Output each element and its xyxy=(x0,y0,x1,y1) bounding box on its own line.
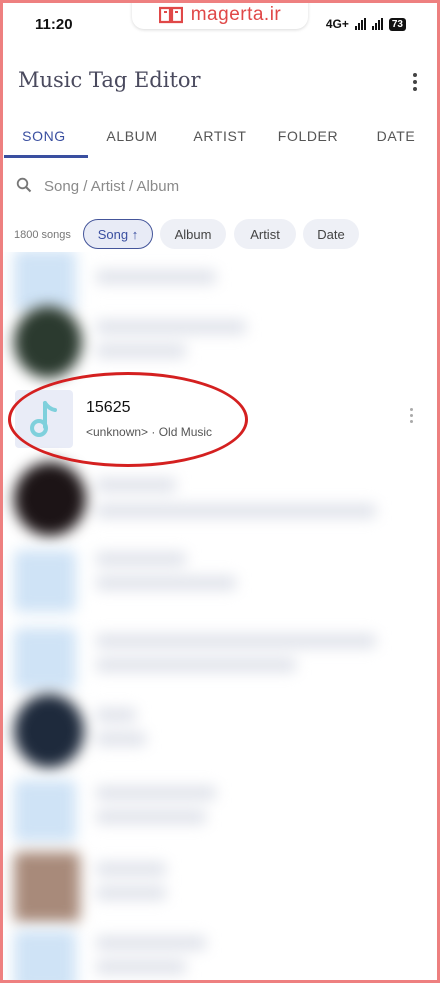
chip-sort-album[interactable]: Album xyxy=(160,219,226,249)
album-art xyxy=(14,550,76,612)
signal-icon xyxy=(371,18,383,30)
song-artist-album: <unknown> · Old Music xyxy=(86,425,213,439)
chip-sort-date[interactable]: Date xyxy=(303,219,359,249)
watermark-text: magerta.ir xyxy=(190,3,282,25)
album-art xyxy=(14,780,76,842)
book-logo-icon xyxy=(158,6,183,23)
chip-sort-artist[interactable]: Artist xyxy=(234,219,296,249)
battery-icon: 73 xyxy=(388,17,406,31)
tab-date[interactable]: DATE xyxy=(352,116,440,158)
song-list-item[interactable] xyxy=(0,620,440,698)
album-art xyxy=(14,852,80,922)
song-list-item[interactable] xyxy=(0,772,440,850)
album-art xyxy=(14,694,84,768)
song-options-button[interactable] xyxy=(406,408,416,432)
sort-filter-row: 1800 songs Song ↑ Album Artist Date xyxy=(0,218,440,252)
status-indicators: 4G+ 73 xyxy=(326,17,406,31)
search-bar xyxy=(0,168,440,204)
tab-artist[interactable]: ARTIST xyxy=(176,116,264,158)
song-list: 15625 <unknown> · Old Music xyxy=(0,252,440,983)
album-art xyxy=(14,930,76,983)
more-vert-icon xyxy=(409,408,413,411)
app-title: Music Tag Editor xyxy=(18,68,201,92)
app-bar: Music Tag Editor xyxy=(0,58,440,106)
album-art xyxy=(14,628,76,690)
album-art-placeholder xyxy=(15,390,73,448)
song-list-item[interactable] xyxy=(0,922,440,983)
song-title: 15625 xyxy=(86,399,131,416)
song-list-item[interactable] xyxy=(0,542,440,620)
status-time: 11:20 xyxy=(35,16,73,33)
tab-album[interactable]: ALBUM xyxy=(88,116,176,158)
search-input[interactable] xyxy=(44,174,404,198)
song-list-item[interactable] xyxy=(0,302,440,382)
album-art xyxy=(14,306,82,378)
song-count: 1800 songs xyxy=(14,229,71,241)
song-list-item-highlighted[interactable]: 15625 <unknown> · Old Music xyxy=(0,382,440,460)
song-list-item[interactable] xyxy=(0,692,440,772)
tab-bar: SONG ALBUM ARTIST FOLDER DATE xyxy=(0,116,440,158)
album-art xyxy=(14,462,86,536)
overflow-menu-button[interactable] xyxy=(404,68,426,96)
chip-sort-song[interactable]: Song ↑ xyxy=(83,219,153,249)
more-vert-icon xyxy=(413,73,417,77)
music-note-icon xyxy=(30,401,57,437)
song-list-item[interactable] xyxy=(0,848,440,926)
network-type: 4G+ xyxy=(325,17,349,31)
search-icon xyxy=(16,177,32,193)
tab-folder[interactable]: FOLDER xyxy=(264,116,352,158)
signal-icon xyxy=(354,18,366,30)
song-list-item[interactable] xyxy=(0,460,440,540)
watermark: magerta.ir xyxy=(132,0,308,29)
tab-song[interactable]: SONG xyxy=(0,116,88,158)
